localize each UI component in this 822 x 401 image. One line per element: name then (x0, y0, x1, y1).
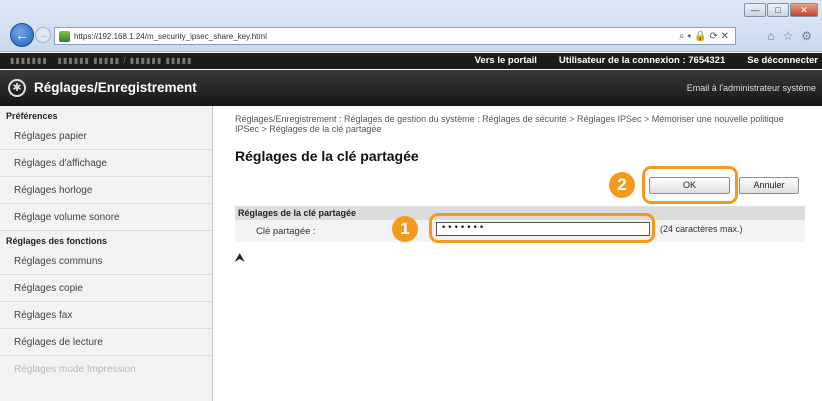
close-window-button[interactable]: ✕ (790, 3, 818, 17)
portal-link[interactable]: Vers le portail (475, 55, 537, 66)
shared-key-hint: (24 caractères max.) (660, 224, 743, 234)
sidebar-item-fax[interactable]: Réglages fax (0, 302, 212, 329)
ok-button[interactable]: OK (649, 177, 730, 194)
sidebar: Préférences Réglages papier Réglages d'a… (0, 106, 213, 401)
browser-chrome: — □ ✕ ← → https://192.168.1.24/m_securit… (0, 0, 822, 52)
page-icon (59, 30, 70, 42)
cancel-button[interactable]: Annuler (739, 177, 799, 194)
gear-icon[interactable]: ⚙ (801, 29, 812, 43)
back-button[interactable]: ← (10, 23, 34, 47)
sidebar-item-display[interactable]: Réglages d'affichage (0, 150, 212, 177)
sidebar-section-functions: Réglages des fonctions (6, 236, 108, 246)
minimize-button[interactable]: — (744, 3, 766, 17)
back-to-top-icon[interactable]: ⮝ (235, 252, 244, 265)
home-icon[interactable]: ⌂ (767, 29, 774, 43)
login-user-label: Utilisateur de la connexion : 7654321 (558, 55, 726, 66)
sidebar-item-copy[interactable]: Réglages copie (0, 275, 212, 302)
device-model-label: ▮▮▮▮▮▮▮ ▮▮▮▮▮▮ ▮▮▮▮▮ / ▮▮▮▮▮▮ ▮▮▮▮▮ (10, 56, 193, 65)
shared-key-label: Clé partagée : (256, 226, 316, 237)
sidebar-item-volume[interactable]: Réglage volume sonore (0, 204, 212, 231)
top-links: Vers le portail Utilisateur de la connex… (475, 55, 818, 66)
step-badge-2: 2 (609, 172, 635, 198)
sidebar-item-scan[interactable]: Réglages de lecture (0, 329, 212, 356)
main-content: Réglages/Enregistrement : Réglages de ge… (214, 106, 822, 401)
sidebar-item-paper[interactable]: Réglages papier (0, 123, 212, 150)
browser-toolbar-icons: ⌂ ☆ ⚙ (767, 29, 812, 43)
page-header: ✱ Réglages/Enregistrement Email à l'admi… (0, 70, 822, 106)
address-tools[interactable]: ⌕ ▾ 🔒 ⟳ ✕ (679, 31, 735, 42)
header-title: Réglages/Enregistrement (34, 80, 197, 95)
maximize-button[interactable]: □ (767, 3, 789, 17)
address-url[interactable]: https://192.168.1.24/m_security_ipsec_sh… (74, 32, 267, 41)
sidebar-item-common[interactable]: Réglages communs (0, 248, 212, 275)
settings-logo-icon: ✱ (8, 79, 26, 97)
shared-key-input[interactable]: ••••••• (436, 222, 650, 236)
forward-button[interactable]: → (35, 27, 51, 43)
admin-mail-link[interactable]: Email à l'administrateur système (687, 83, 816, 93)
sidebar-item-clock[interactable]: Réglages horloge (0, 177, 212, 204)
address-bar[interactable]: https://192.168.1.24/m_security_ipsec_sh… (54, 27, 736, 45)
sidebar-section-preferences: Préférences (6, 111, 58, 121)
step-badge-1: 1 (392, 216, 418, 242)
window-controls: — □ ✕ (744, 3, 818, 17)
page-title: Réglages de la clé partagée (235, 148, 419, 164)
logout-link[interactable]: Se déconnecter (747, 55, 818, 66)
top-bar: ▮▮▮▮▮▮▮ ▮▮▮▮▮▮ ▮▮▮▮▮ / ▮▮▮▮▮▮ ▮▮▮▮▮ Vers… (0, 53, 822, 69)
sidebar-item-print[interactable]: Réglages mode Impression (0, 356, 212, 383)
breadcrumb: Réglages/Enregistrement : Réglages de ge… (235, 114, 784, 134)
star-icon[interactable]: ☆ (782, 29, 793, 43)
